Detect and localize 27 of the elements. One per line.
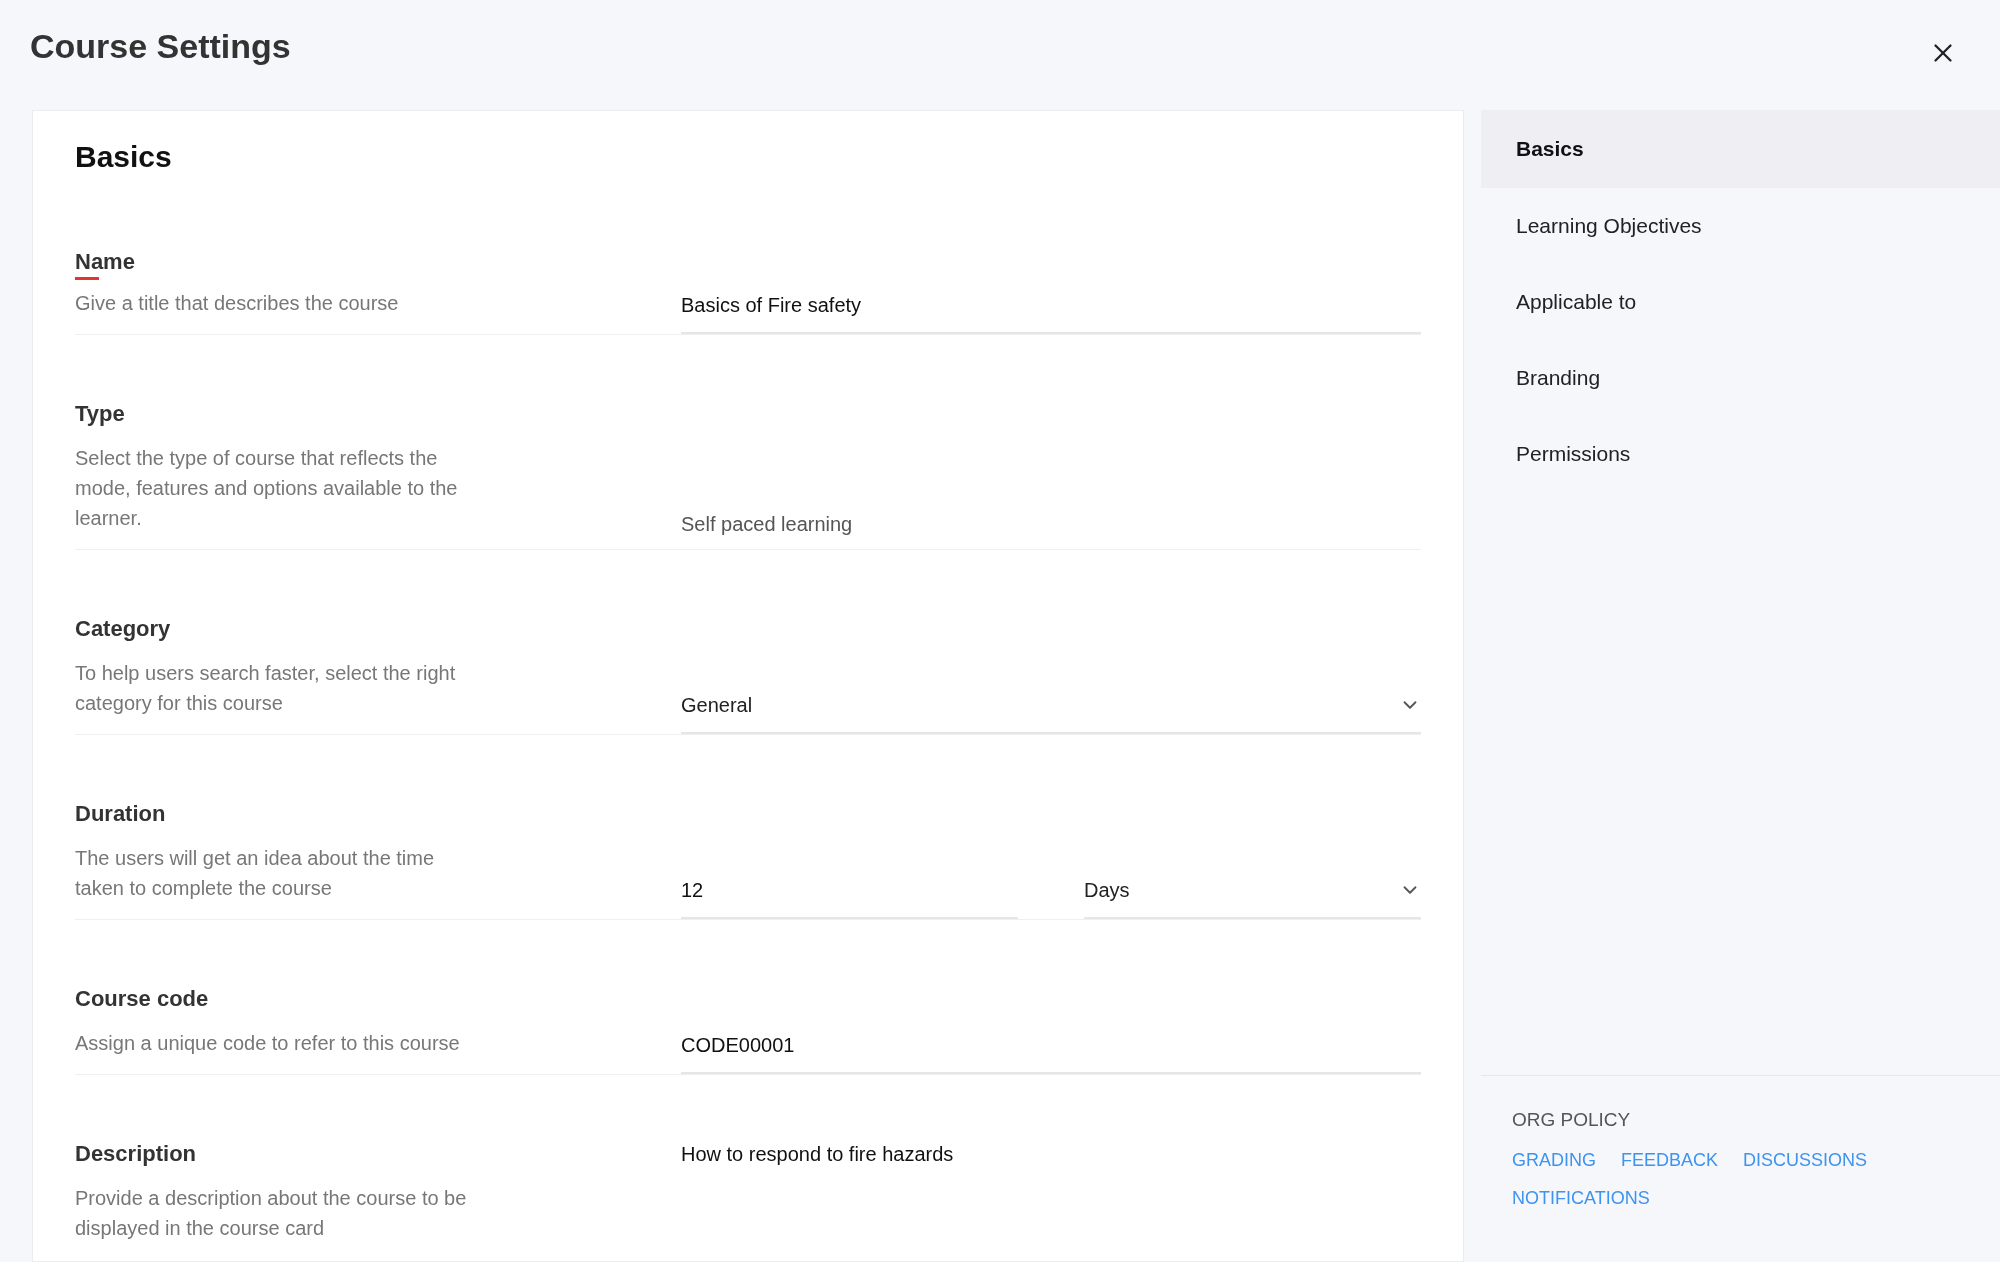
org-policy-heading: ORG POLICY [1512,1108,1632,1132]
section-title: Basics [75,139,173,175]
field-description: Select the type of course that reflects the mode, features and options available to the learner. [75,446,459,531]
field-label: Category [75,615,171,643]
field-label: Name [75,248,135,276]
window-title: Course Settings [30,26,291,67]
field-description: To help users search faster, select the right category for this course [75,661,457,716]
field-label: Description [75,1140,197,1168]
field-label: Type [75,400,125,428]
sidebar-item[interactable]: Branding [1481,340,2000,416]
category-dropdown[interactable]: General [681,690,1421,734]
sidebar-item[interactable]: Basics [1481,110,2000,188]
field-label: Duration [75,800,166,828]
sidebar-item[interactable]: Learning Objectives [1481,188,2000,264]
duration-input[interactable]: 12 [681,875,1018,919]
sidebar-item[interactable]: Permissions [1481,416,2000,492]
field-label: Course code [75,985,209,1013]
sidebar-item[interactable]: Applicable to [1481,264,2000,340]
text-field[interactable]: CODE00001 [681,1030,1421,1074]
text-field[interactable]: Basics of Fire safety [681,290,1421,334]
field-description: The users will get an idea about the time taken to complete the course [75,846,436,901]
unit-dropdown[interactable]: Days [1084,875,1421,919]
field-description: Give a title that describes the course [75,291,400,316]
type-value: Self paced learning [681,513,853,535]
field-description: Provide a description about the course to be displayed in the course card [75,1186,468,1241]
description-textarea[interactable]: How to respond to fire hazards [681,1139,1421,1169]
field-description: Assign a unique code to refer to this course [75,1031,461,1056]
